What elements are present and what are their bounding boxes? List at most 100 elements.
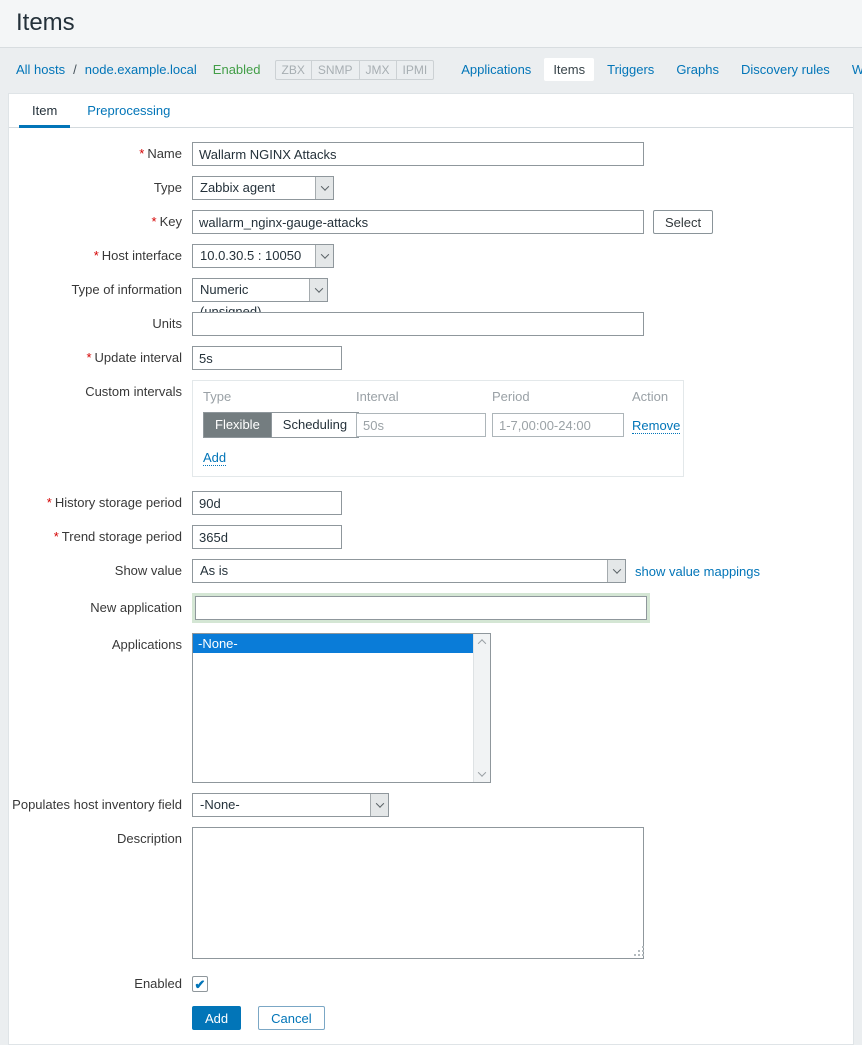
flexible-period-input[interactable] <box>492 413 624 437</box>
type-select-value: Zabbix agent <box>193 177 315 199</box>
required-marker: * <box>139 146 144 161</box>
host-interface-select[interactable]: 10.0.30.5 : 10050 <box>192 244 334 268</box>
applications-label: Applications <box>9 633 192 657</box>
page-title: Items <box>16 9 846 37</box>
form-row-name: *Name <box>9 142 837 166</box>
inventory-label: Populates host inventory field <box>9 793 192 817</box>
history-label: History storage period <box>55 495 182 510</box>
form-row-inventory: Populates host inventory field -None- <box>9 793 837 817</box>
enabled-label: Enabled <box>9 976 192 992</box>
nav-items[interactable]: Items <box>544 58 594 81</box>
key-select-button[interactable]: Select <box>653 210 713 234</box>
type-of-information-select[interactable]: Numeric (unsigned) <box>192 278 328 302</box>
breadcrumb-all-hosts[interactable]: All hosts <box>16 62 65 77</box>
add-button[interactable]: Add <box>192 1006 241 1030</box>
new-application-highlight <box>192 593 650 623</box>
scroll-up-icon[interactable] <box>478 639 486 647</box>
chevron-down-icon <box>607 560 625 582</box>
flexible-interval-input[interactable] <box>356 413 486 437</box>
new-application-input[interactable] <box>195 596 647 620</box>
new-application-label: New application <box>9 593 192 623</box>
nav-applications[interactable]: Applications <box>452 58 540 81</box>
interval-type-scheduling[interactable]: Scheduling <box>271 413 358 437</box>
badge-ipmi: IPMI <box>396 61 434 79</box>
required-marker: * <box>152 214 157 229</box>
chevron-down-icon <box>315 245 333 267</box>
breadcrumb-host[interactable]: node.example.local <box>85 62 197 77</box>
applications-option-none[interactable]: -None- <box>193 634 473 653</box>
trend-storage-input[interactable] <box>192 525 342 549</box>
form-row-history: *History storage period <box>9 491 837 515</box>
form-row-buttons: Add Cancel <box>9 1002 837 1030</box>
show-value-mappings-link[interactable]: show value mappings <box>635 564 760 579</box>
name-label: Name <box>147 146 182 161</box>
cancel-button[interactable]: Cancel <box>258 1006 324 1030</box>
required-marker: * <box>54 529 59 544</box>
item-form-card: Item Preprocessing *Name Type Zabbix age… <box>8 93 854 1045</box>
form-row-applications: Applications -None- <box>9 633 837 783</box>
show-value-select[interactable]: As is <box>192 559 626 583</box>
host-interface-label: Host interface <box>102 248 182 263</box>
show-value-select-value: As is <box>193 560 607 582</box>
resize-grip-icon[interactable] <box>638 954 640 956</box>
history-storage-input[interactable] <box>192 491 342 515</box>
scroll-down-icon[interactable] <box>478 768 486 776</box>
listbox-scrollbar[interactable] <box>473 634 490 782</box>
form-row-trends: *Trend storage period <box>9 525 837 549</box>
units-label: Units <box>9 312 192 336</box>
form-row-new-application: New application <box>9 593 837 623</box>
type-select[interactable]: Zabbix agent <box>192 176 334 200</box>
applications-listbox[interactable]: -None- <box>192 633 491 783</box>
breadcrumb: All hosts / node.example.local Enabled Z… <box>0 48 862 93</box>
item-form: *Name Type Zabbix agent *Key Select <box>9 128 853 1044</box>
key-label: Key <box>160 214 182 229</box>
ci-col-action: Action <box>632 389 680 412</box>
form-row-show-value: Show value As is show value mappings <box>9 559 837 583</box>
key-input[interactable] <box>192 210 644 234</box>
form-row-key: *Key Select <box>9 210 837 234</box>
remove-interval-link[interactable]: Remove <box>632 418 680 434</box>
required-marker: * <box>86 350 91 365</box>
form-row-type-of-information: Type of information Numeric (unsigned) <box>9 278 837 302</box>
units-input[interactable] <box>192 312 644 336</box>
badge-zbx: ZBX <box>276 61 311 79</box>
nav-web-scenarios[interactable]: Web scenarios <box>843 58 862 81</box>
interval-type-flexible[interactable]: Flexible <box>204 413 271 437</box>
required-marker: * <box>47 495 52 510</box>
enabled-checkbox[interactable]: ✔ <box>192 976 208 992</box>
type-of-information-select-value: Numeric (unsigned) <box>193 279 309 301</box>
form-row-update-interval: * Update interval <box>9 346 837 370</box>
tab-preprocessing[interactable]: Preprocessing <box>74 94 183 128</box>
nav-triggers[interactable]: Triggers <box>598 58 663 81</box>
description-label: Description <box>9 827 192 851</box>
badge-snmp: SNMP <box>311 61 359 79</box>
nav-discovery-rules[interactable]: Discovery rules <box>732 58 839 81</box>
type-label: Type <box>9 176 192 200</box>
inventory-select-value: -None- <box>193 794 370 816</box>
form-row-custom-intervals: Custom intervals Type Interval Period Ac… <box>9 380 837 477</box>
trend-label: Trend storage period <box>62 529 182 544</box>
update-interval-label: Update interval <box>95 350 182 365</box>
tab-item[interactable]: Item <box>19 94 70 128</box>
form-row-type: Type Zabbix agent <box>9 176 837 200</box>
required-marker: * <box>94 248 99 263</box>
ci-col-interval: Interval <box>356 389 492 412</box>
type-of-information-label: Type of information <box>9 278 192 302</box>
breadcrumb-separator: / <box>73 62 77 77</box>
description-textarea[interactable] <box>192 827 644 959</box>
interface-availability-badges: ZBX SNMP JMX IPMI <box>275 60 435 80</box>
ci-col-type: Type <box>203 389 356 412</box>
show-value-label: Show value <box>9 559 192 583</box>
ci-col-period: Period <box>492 389 632 412</box>
update-interval-input[interactable] <box>192 346 342 370</box>
host-interface-select-value: 10.0.30.5 : 10050 <box>193 245 315 267</box>
custom-intervals-fieldset: Type Interval Period Action Flexible Sch… <box>192 380 684 477</box>
nav-graphs[interactable]: Graphs <box>667 58 728 81</box>
form-row-host-interface: *Host interface 10.0.30.5 : 10050 <box>9 244 837 268</box>
host-nav: Applications Items Triggers Graphs Disco… <box>452 58 862 81</box>
add-interval-link[interactable]: Add <box>203 450 226 466</box>
name-input[interactable] <box>192 142 644 166</box>
form-row-description: Description <box>9 827 837 962</box>
inventory-select[interactable]: -None- <box>192 793 389 817</box>
interval-type-segmented: Flexible Scheduling <box>203 412 359 438</box>
